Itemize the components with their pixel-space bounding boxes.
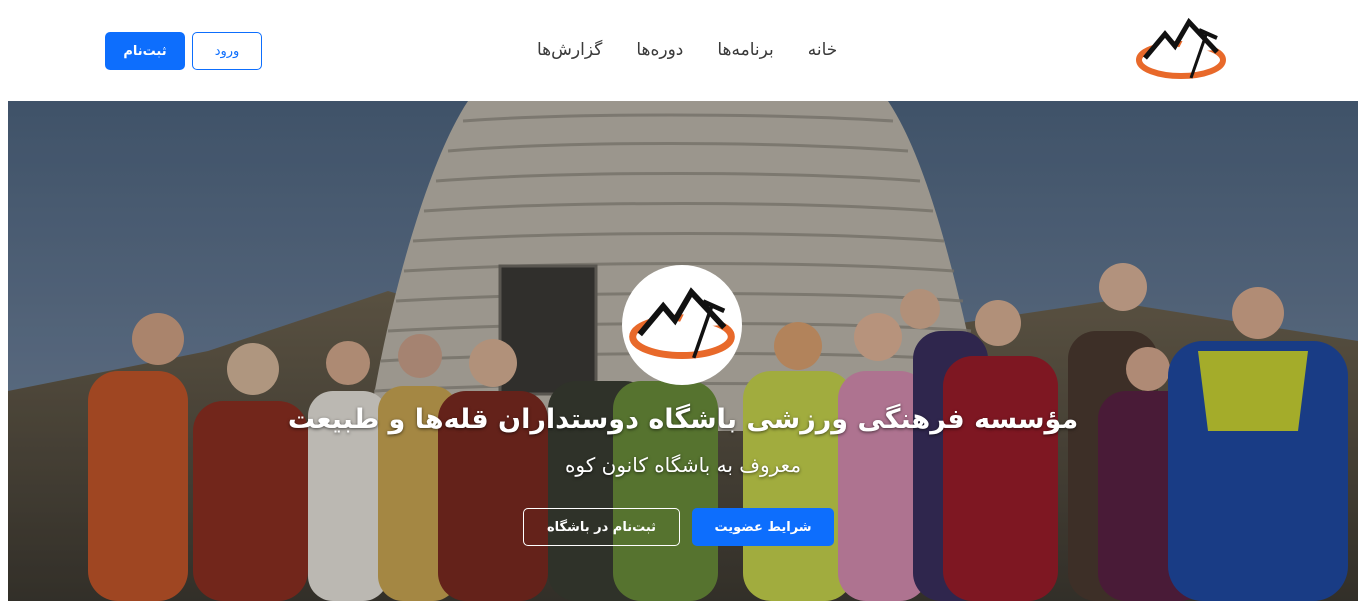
- navbar: گزارش‌ها دوره‌ها برنامه‌ها خانه ورود ثبت…: [0, 0, 1361, 101]
- hero-section: مؤسسه فرهنگی ورزشی باشگاه دوستداران قله‌…: [8, 101, 1358, 601]
- nav-item-reports[interactable]: گزارش‌ها: [520, 36, 619, 64]
- membership-terms-button[interactable]: شرایط عضویت: [692, 508, 834, 546]
- login-button[interactable]: ورود: [192, 32, 262, 70]
- hero-logo-badge: [622, 265, 742, 385]
- nav-item-programs[interactable]: برنامه‌ها: [700, 36, 790, 64]
- club-registration-button[interactable]: ثبت‌نام در باشگاه: [523, 508, 680, 546]
- signup-button[interactable]: ثبت‌نام: [105, 32, 185, 70]
- hero-title: مؤسسه فرهنگی ورزشی باشگاه دوستداران قله‌…: [287, 404, 1079, 435]
- mountain-logo-icon: [629, 287, 735, 360]
- mountain-logo-icon[interactable]: [1135, 16, 1227, 84]
- nav-item-home[interactable]: خانه: [791, 36, 855, 64]
- nav-item-courses[interactable]: دوره‌ها: [619, 36, 700, 64]
- main-nav: گزارش‌ها دوره‌ها برنامه‌ها خانه: [520, 36, 854, 64]
- hero-subtitle: معروف به باشگاه کانون کوه: [564, 453, 802, 477]
